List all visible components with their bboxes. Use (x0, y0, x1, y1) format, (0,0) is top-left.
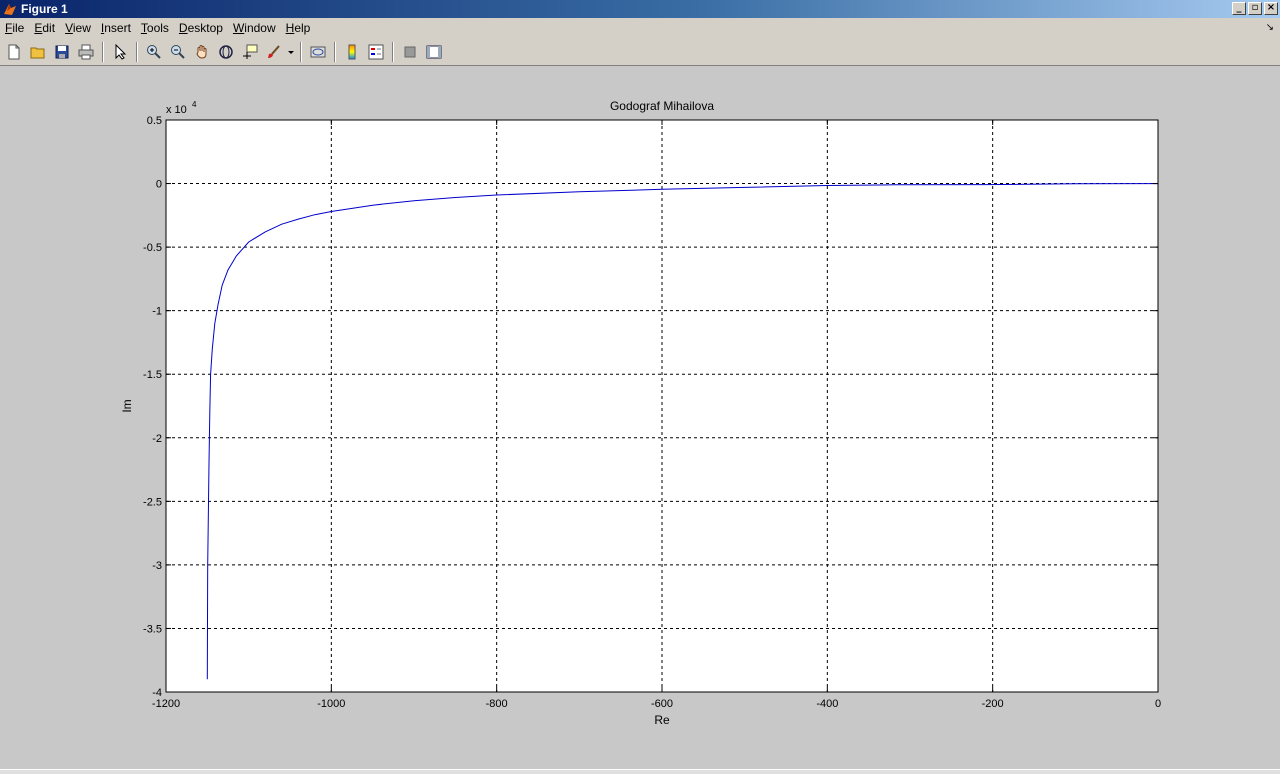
restore-button[interactable]: ▫ (1248, 2, 1262, 15)
zoom-out-icon (171, 44, 185, 59)
menu-label-rest: nsert (104, 21, 131, 35)
menu-label-rest: dit (42, 21, 56, 35)
menu-label-rest: ools (146, 21, 169, 35)
menu-mnemonic: H (285, 21, 295, 35)
x-tick-label: -800 (486, 698, 508, 710)
toolbar-separator (102, 41, 104, 62)
print-button[interactable] (74, 40, 98, 64)
toolbar-separator (136, 41, 138, 62)
y-tick-label: -0.5 (143, 242, 162, 254)
menu-label-rest: elp (294, 21, 311, 35)
x-tick-label: -600 (651, 698, 673, 710)
print-icon (78, 44, 94, 59)
minimize-button[interactable]: _ (1232, 2, 1246, 15)
close-button[interactable]: × (1264, 2, 1278, 15)
menu-label-rest: iew (72, 21, 91, 35)
menu-mnemonic: V (65, 21, 73, 35)
legend-icon (368, 44, 384, 59)
menu-window[interactable]: Window (228, 21, 281, 35)
toolbar-separator (300, 41, 302, 62)
hide-plot-tools-button[interactable] (398, 40, 422, 64)
save-button[interactable] (50, 40, 74, 64)
y-tick-label: 0 (156, 179, 162, 191)
legend-button[interactable] (364, 40, 388, 64)
select-button[interactable] (108, 40, 132, 64)
menu-tools[interactable]: Tools (136, 21, 174, 35)
rotate-3d-icon (219, 44, 233, 59)
colorbar-icon (348, 44, 356, 59)
pan-button[interactable] (190, 40, 214, 64)
menu-view[interactable]: View (60, 21, 96, 35)
figure-canvas: -1200 -1000 -800 -600 -400 -200 0 0.5 0 -0.5 -1 -1.… (0, 67, 1280, 769)
link-plot-icon (310, 46, 326, 57)
menu-mnemonic: D (178, 21, 188, 35)
y-tick-label: -1.5 (143, 369, 162, 381)
brush-button[interactable] (262, 40, 286, 64)
pan-hand-icon (196, 44, 207, 59)
menu-label-rest: esktop (187, 21, 223, 35)
data-cursor-icon (243, 44, 258, 59)
status-strip (0, 769, 1280, 774)
rotate-3d-button[interactable] (214, 40, 238, 64)
menu-edit[interactable]: Edit (29, 21, 60, 35)
y-tick-label: -4 (152, 687, 162, 699)
menu-file[interactable]: File (0, 21, 29, 35)
y-tick-label: -1 (152, 306, 162, 318)
window-title-bar: Figure 1 _ ▫ × (0, 0, 1280, 18)
x-tick-label: -1200 (152, 698, 180, 710)
open-file-button[interactable] (26, 40, 50, 64)
y-tick-label: -2.5 (143, 496, 162, 508)
y-tick-label: 0.5 (147, 115, 162, 127)
show-plot-tools-icon (426, 45, 442, 58)
new-figure-button[interactable] (2, 40, 26, 64)
dock-arrow-icon[interactable]: ↘ (1266, 22, 1274, 33)
chevron-down-icon (288, 50, 294, 54)
hide-plot-tools-icon (404, 46, 416, 57)
zoom-in-icon (147, 44, 161, 59)
chart-title: Godograf Mihailova (610, 99, 714, 113)
menu-label-rest: ile (12, 21, 25, 35)
toolbar-separator (334, 41, 336, 62)
y-multiplier-exponent: 4 (192, 100, 197, 109)
y-axis-label: Im (120, 399, 134, 412)
data-cursor-button[interactable] (238, 40, 262, 64)
window-title: Figure 1 (21, 2, 68, 16)
x-tick-label: -400 (816, 698, 838, 710)
menu-insert[interactable]: Insert (96, 21, 136, 35)
colorbar-button[interactable] (340, 40, 364, 64)
brush-dropdown-button[interactable] (286, 40, 296, 64)
toolbar-separator (392, 41, 394, 62)
brush-icon (268, 44, 280, 58)
menu-help[interactable]: Help (281, 21, 316, 35)
x-tick-label: -1000 (317, 698, 345, 710)
zoom-out-button[interactable] (166, 40, 190, 64)
open-file-icon (30, 47, 45, 58)
y-tick-label: -3.5 (143, 623, 162, 635)
menu-label-rest: indow (244, 21, 276, 35)
menu-bar: File Edit View Insert Tools Desktop Window Help (0, 18, 1280, 38)
line-plot: -1200 -1000 -800 -600 -400 -200 0 0.5 0 -0.5 -1 -1.… (120, 99, 1161, 727)
select-arrow-icon (115, 43, 127, 60)
y-tick-label: -3 (152, 560, 162, 572)
new-figure-icon (8, 44, 20, 59)
save-icon (55, 45, 69, 58)
x-tick-label: 0 (1155, 698, 1161, 710)
zoom-in-button[interactable] (142, 40, 166, 64)
y-multiplier-label: x 10 (166, 104, 187, 116)
show-plot-tools-button[interactable] (422, 40, 446, 64)
x-tick-label: -200 (982, 698, 1004, 710)
y-tick-label: -2 (152, 433, 162, 445)
matlab-app-icon (4, 4, 16, 15)
x-axis-label: Re (654, 713, 670, 727)
link-plot-button[interactable] (306, 40, 330, 64)
figure-toolbar (0, 38, 1280, 66)
menu-mnemonic: W (232, 21, 245, 35)
menu-desktop[interactable]: Desktop (174, 21, 228, 35)
